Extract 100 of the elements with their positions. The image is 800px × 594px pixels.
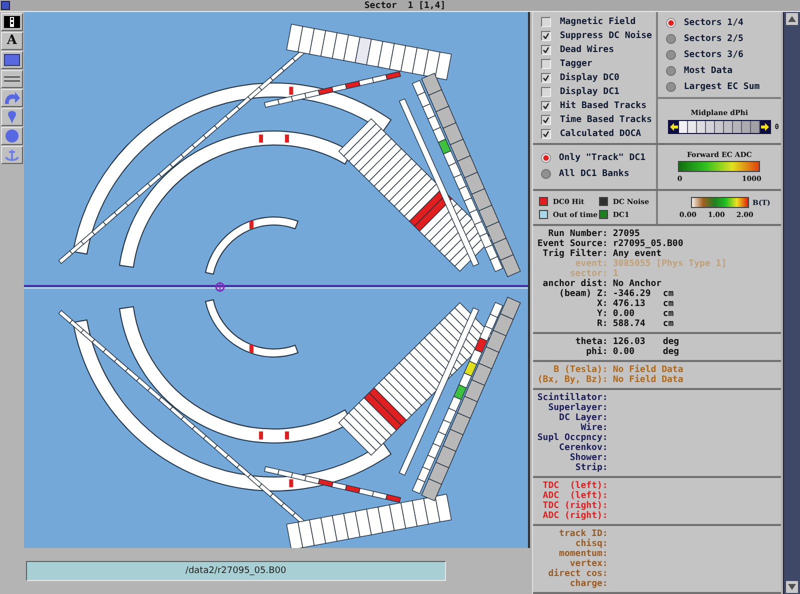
checkbox[interactable] xyxy=(540,17,551,27)
field-label: Run Number: xyxy=(547,229,608,239)
field-label: track ID: xyxy=(558,529,608,539)
anchor-icon xyxy=(4,148,19,162)
field-value: 3085055 [Phys Type 1] xyxy=(612,259,727,269)
field-value: 0.00 xyxy=(612,309,636,319)
rectangle-icon xyxy=(4,54,20,66)
radio-button[interactable] xyxy=(666,50,676,60)
field-label: event: xyxy=(574,259,608,269)
field-label: R: xyxy=(596,319,608,329)
field-label: ADC (right): xyxy=(542,511,608,521)
field-value: 1 xyxy=(612,269,620,279)
tool-button[interactable] xyxy=(0,13,23,31)
unit-label: cm xyxy=(662,309,674,319)
checkbox-label: Dead Wires xyxy=(560,44,614,56)
circle-icon xyxy=(4,129,19,143)
field-label: phi: xyxy=(585,347,608,357)
field-value: Any event xyxy=(612,249,662,259)
right-arrow-icon[interactable] xyxy=(760,122,770,132)
scrollbar[interactable] xyxy=(783,12,800,594)
checkbox-label: Suppress DC Noise xyxy=(560,30,652,42)
field-value: -346.29 xyxy=(612,289,652,299)
field-label: (beam) Z: xyxy=(558,289,608,299)
tool-button[interactable] xyxy=(0,51,23,69)
tool-button[interactable] xyxy=(0,70,23,88)
dphi-scale[interactable] xyxy=(668,120,771,134)
curved-arrow-icon xyxy=(4,92,20,104)
radio-button[interactable] xyxy=(666,82,676,92)
checkbox[interactable] xyxy=(540,129,551,139)
unit-label: deg xyxy=(662,337,680,347)
checkbox[interactable] xyxy=(540,87,551,97)
field-label: TDC (right): xyxy=(542,501,608,511)
field-label: sector: xyxy=(568,269,608,279)
unit-label: cm xyxy=(662,319,674,329)
field-label: direct cos: xyxy=(547,569,608,579)
field-label: anchor dist: xyxy=(542,279,608,289)
unit-label: deg xyxy=(662,347,680,357)
checkbox[interactable] xyxy=(540,59,551,69)
field-label: Wire: xyxy=(580,423,608,433)
field-label: DC Layer: xyxy=(558,413,608,423)
field-label: Shower: xyxy=(568,453,608,463)
field-label: X: xyxy=(596,299,608,309)
field-label: (Bx, By, Bz): xyxy=(536,375,608,385)
field-label: Trig Filter: xyxy=(542,249,608,259)
field-value: 588.74 xyxy=(612,319,646,329)
double-line-icon xyxy=(4,76,20,82)
field-label: Cerenkov: xyxy=(558,443,608,453)
field-label: chisq: xyxy=(574,539,608,549)
checkbox[interactable] xyxy=(540,45,551,55)
checkbox[interactable] xyxy=(540,31,551,41)
field-label: theta: xyxy=(574,337,608,347)
field-label: momentum: xyxy=(558,549,608,559)
scroll-down-icon[interactable] xyxy=(786,581,798,593)
field-value: 476.13 xyxy=(612,299,646,309)
checkbox-label: Magnetic Field xyxy=(560,16,636,28)
field-label: TDC (left): xyxy=(542,481,608,491)
radio-button[interactable] xyxy=(666,18,676,28)
checkbox-label: Display DC1 xyxy=(560,86,620,98)
radio-button[interactable] xyxy=(666,66,676,76)
checkbox-label: Time Based Tracks xyxy=(560,114,652,126)
field-label: charge: xyxy=(568,579,608,589)
scroll-up-icon[interactable] xyxy=(786,13,798,25)
field-value: 27095 xyxy=(612,229,641,239)
field-label: Strip: xyxy=(574,463,608,473)
field-label: ADC (left): xyxy=(542,491,608,501)
radio-label: Most Data xyxy=(684,65,733,77)
tool-button[interactable]: A xyxy=(0,32,23,50)
field-label: vertex: xyxy=(570,559,608,569)
checkbox[interactable] xyxy=(540,73,551,83)
radio-button[interactable] xyxy=(540,152,551,163)
radio-button[interactable] xyxy=(540,168,551,179)
drop-icon xyxy=(6,110,17,124)
window-title: Sector 1 [1,4] xyxy=(363,0,447,10)
radio-label: Sectors 1/4 xyxy=(684,17,744,29)
radio-button[interactable] xyxy=(666,34,676,44)
field-value: No Field Data xyxy=(612,365,684,375)
checkbox-label: Tagger xyxy=(560,58,592,70)
checkbox[interactable] xyxy=(540,101,551,111)
color-scale xyxy=(690,196,749,208)
field-label: Y: xyxy=(596,309,608,319)
field-label: Event Source: xyxy=(536,239,608,249)
radio-label: Sectors 3/6 xyxy=(684,49,744,61)
field-label: Supl Occpncy: xyxy=(536,433,608,443)
file-path-field: /data2/r27095_05.B00 xyxy=(26,561,446,581)
radio-label: Only "Track" DC1 xyxy=(558,152,646,164)
field-value: No Field Data xyxy=(612,375,684,385)
dotted-frame-icon xyxy=(4,16,20,28)
radio-label: Sectors 2/5 xyxy=(684,33,744,45)
field-value: r27095_05.B00 xyxy=(612,239,684,249)
field-label: B (Tesla): xyxy=(552,365,608,375)
field-value: 0.00 xyxy=(612,347,636,357)
left-arrow-icon[interactable] xyxy=(668,122,679,132)
field-value: 126.03 xyxy=(612,337,646,347)
target-icon xyxy=(214,282,226,292)
checkbox[interactable] xyxy=(540,115,551,125)
radio-label: Largest EC Sum xyxy=(684,81,760,93)
checkbox-label: Hit Based Tracks xyxy=(560,100,647,112)
field-label: Scintillator: xyxy=(536,393,608,403)
field-value: No Anchor xyxy=(612,279,662,289)
unit-label: cm xyxy=(662,289,674,299)
